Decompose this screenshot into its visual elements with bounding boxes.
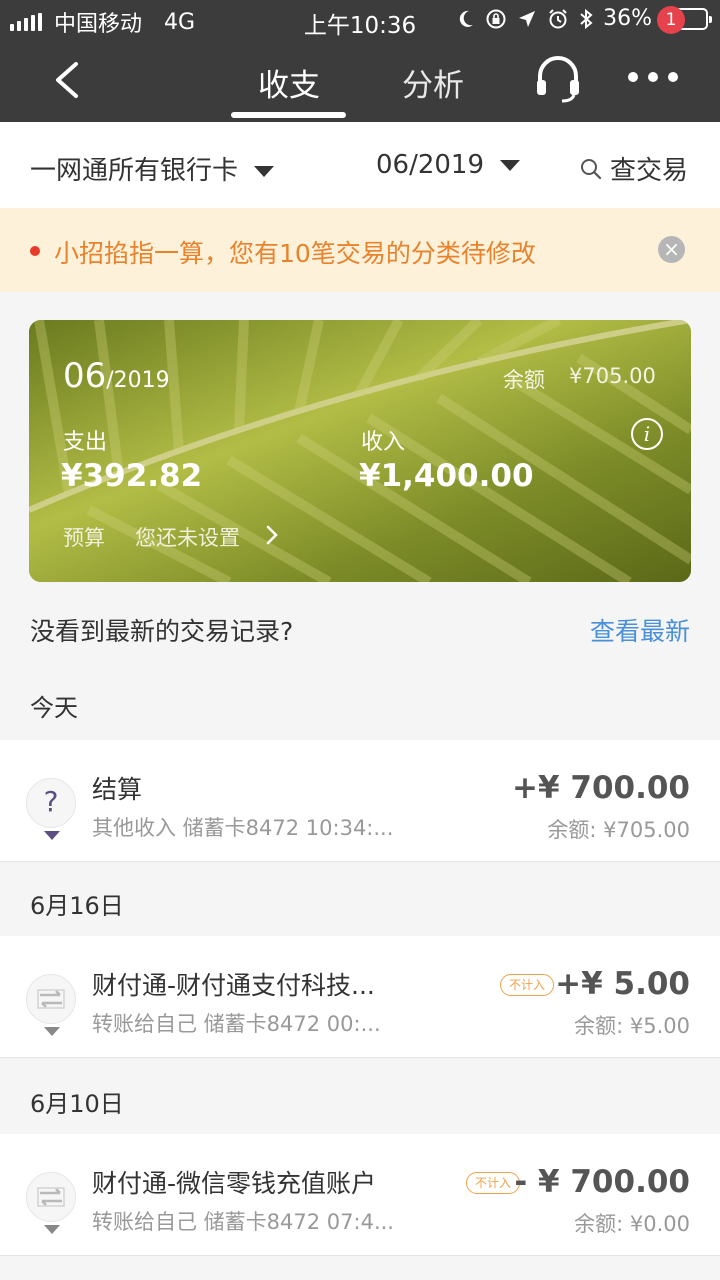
transaction-balance: 余额: ¥0.00 <box>574 1212 690 1236</box>
income-label: 收入 <box>361 430 406 455</box>
notification-badge: 1 <box>657 6 685 34</box>
transaction-balance: 余额: ¥705.00 <box>547 818 690 842</box>
budget-value[interactable]: 您还未设置 <box>135 522 240 552</box>
filter-bar: 一网通所有银行卡 06/2019 查交易 <box>0 122 720 208</box>
transaction-row[interactable]: 财付通-财付通支付科技... 不计入 转账给自己 储蓄卡8472 00:... … <box>0 936 720 1058</box>
card-selector-label: 一网通所有银行卡 <box>30 156 239 186</box>
battery-percent: 36% <box>603 6 652 31</box>
rotation-lock-icon <box>486 9 506 28</box>
info-icon[interactable]: i <box>631 418 663 450</box>
transaction-amount: +¥ 700.00 <box>512 770 690 806</box>
alarm-icon <box>549 8 567 28</box>
transaction-balance: 余额: ¥5.00 <box>574 1014 690 1038</box>
date-header-jun16: 6月16日 <box>30 892 124 920</box>
view-latest-link[interactable]: 查看最新 <box>590 612 690 648</box>
active-tab-indicator <box>231 112 346 118</box>
expense-value: ¥392.82 <box>61 458 203 494</box>
transaction-row[interactable]: 财付通-微信零钱充值账户 不计入 转账给自己 储蓄卡8472 07:4... -… <box>0 1134 720 1256</box>
search-label: 查交易 <box>609 156 688 186</box>
transaction-amount: +¥ 5.00 <box>555 966 690 1002</box>
notice-text: 小招掐指一算，您有10笔交易的分类待修改 <box>54 239 536 268</box>
question-icon: ? <box>26 778 76 840</box>
missing-records-prompt: 没看到最新的交易记录? <box>30 617 294 646</box>
summary-period: 06/2019 <box>63 356 170 396</box>
date-header-today: 今天 <box>30 694 78 722</box>
moon-icon <box>459 10 474 27</box>
headset-icon[interactable] <box>534 54 582 104</box>
alert-dot-icon <box>30 246 40 256</box>
excluded-tag: 不计入 <box>466 1172 521 1194</box>
transaction-row[interactable]: ? 结算 其他收入 储蓄卡8472 10:34:... +¥ 700.00 余额… <box>0 740 720 862</box>
transaction-title: 财付通-财付通支付科技... <box>92 971 375 1000</box>
transaction-title: 财付通-微信零钱充值账户 <box>92 1169 377 1198</box>
income-value: ¥1,400.00 <box>359 458 534 494</box>
month-selector[interactable]: 06/2019 <box>376 150 521 180</box>
tab-analysis[interactable]: 分析 <box>402 60 464 105</box>
back-icon[interactable] <box>44 58 88 102</box>
close-icon[interactable]: × <box>658 236 685 263</box>
expense-label: 支出 <box>63 430 108 455</box>
period-month: 06 <box>63 356 107 396</box>
top-bar: 中国移动 4G 上午10:36 36% 收支 分析 1 <box>0 0 720 122</box>
status-bar: 中国移动 4G 上午10:36 36% <box>0 0 720 40</box>
location-icon <box>519 10 536 27</box>
card-selector[interactable]: 一网通所有银行卡 <box>30 150 275 187</box>
transaction-detail: 其他收入 储蓄卡8472 10:34:... <box>92 816 394 840</box>
balance-value: ¥705.00 <box>569 364 656 388</box>
transaction-detail: 转账给自己 储蓄卡8472 07:4... <box>92 1210 394 1234</box>
more-icon[interactable] <box>628 70 678 84</box>
excluded-tag: 不计入 <box>500 974 555 996</box>
transfer-icon <box>26 1172 76 1234</box>
month-selector-label: 06/2019 <box>376 150 485 180</box>
caret-down-icon <box>254 166 275 177</box>
transfer-icon <box>26 974 76 1036</box>
search-transactions-button[interactable]: 查交易 <box>580 150 688 187</box>
transaction-amount: - ¥ 700.00 <box>514 1164 690 1200</box>
chevron-right-icon[interactable] <box>265 524 279 546</box>
search-icon <box>580 158 602 179</box>
nav-bar: 收支 分析 <box>0 40 720 122</box>
budget-label[interactable]: 预算 <box>63 522 105 552</box>
balance-label: 余额 <box>503 368 545 392</box>
period-year: /2019 <box>106 368 170 393</box>
transaction-title: 结算 <box>92 775 143 804</box>
caret-down-icon <box>500 160 521 171</box>
transaction-detail: 转账给自己 储蓄卡8472 00:... <box>92 1012 381 1036</box>
date-header-jun10: 6月10日 <box>30 1090 124 1118</box>
bluetooth-icon <box>580 8 593 29</box>
monthly-summary-card: 06/2019 余额 ¥705.00 支出 ¥392.82 收入 ¥1,400.… <box>29 320 691 582</box>
category-notice-banner[interactable]: 小招掐指一算，您有10笔交易的分类待修改 × <box>0 208 720 292</box>
tab-income-expense[interactable]: 收支 <box>258 60 320 105</box>
